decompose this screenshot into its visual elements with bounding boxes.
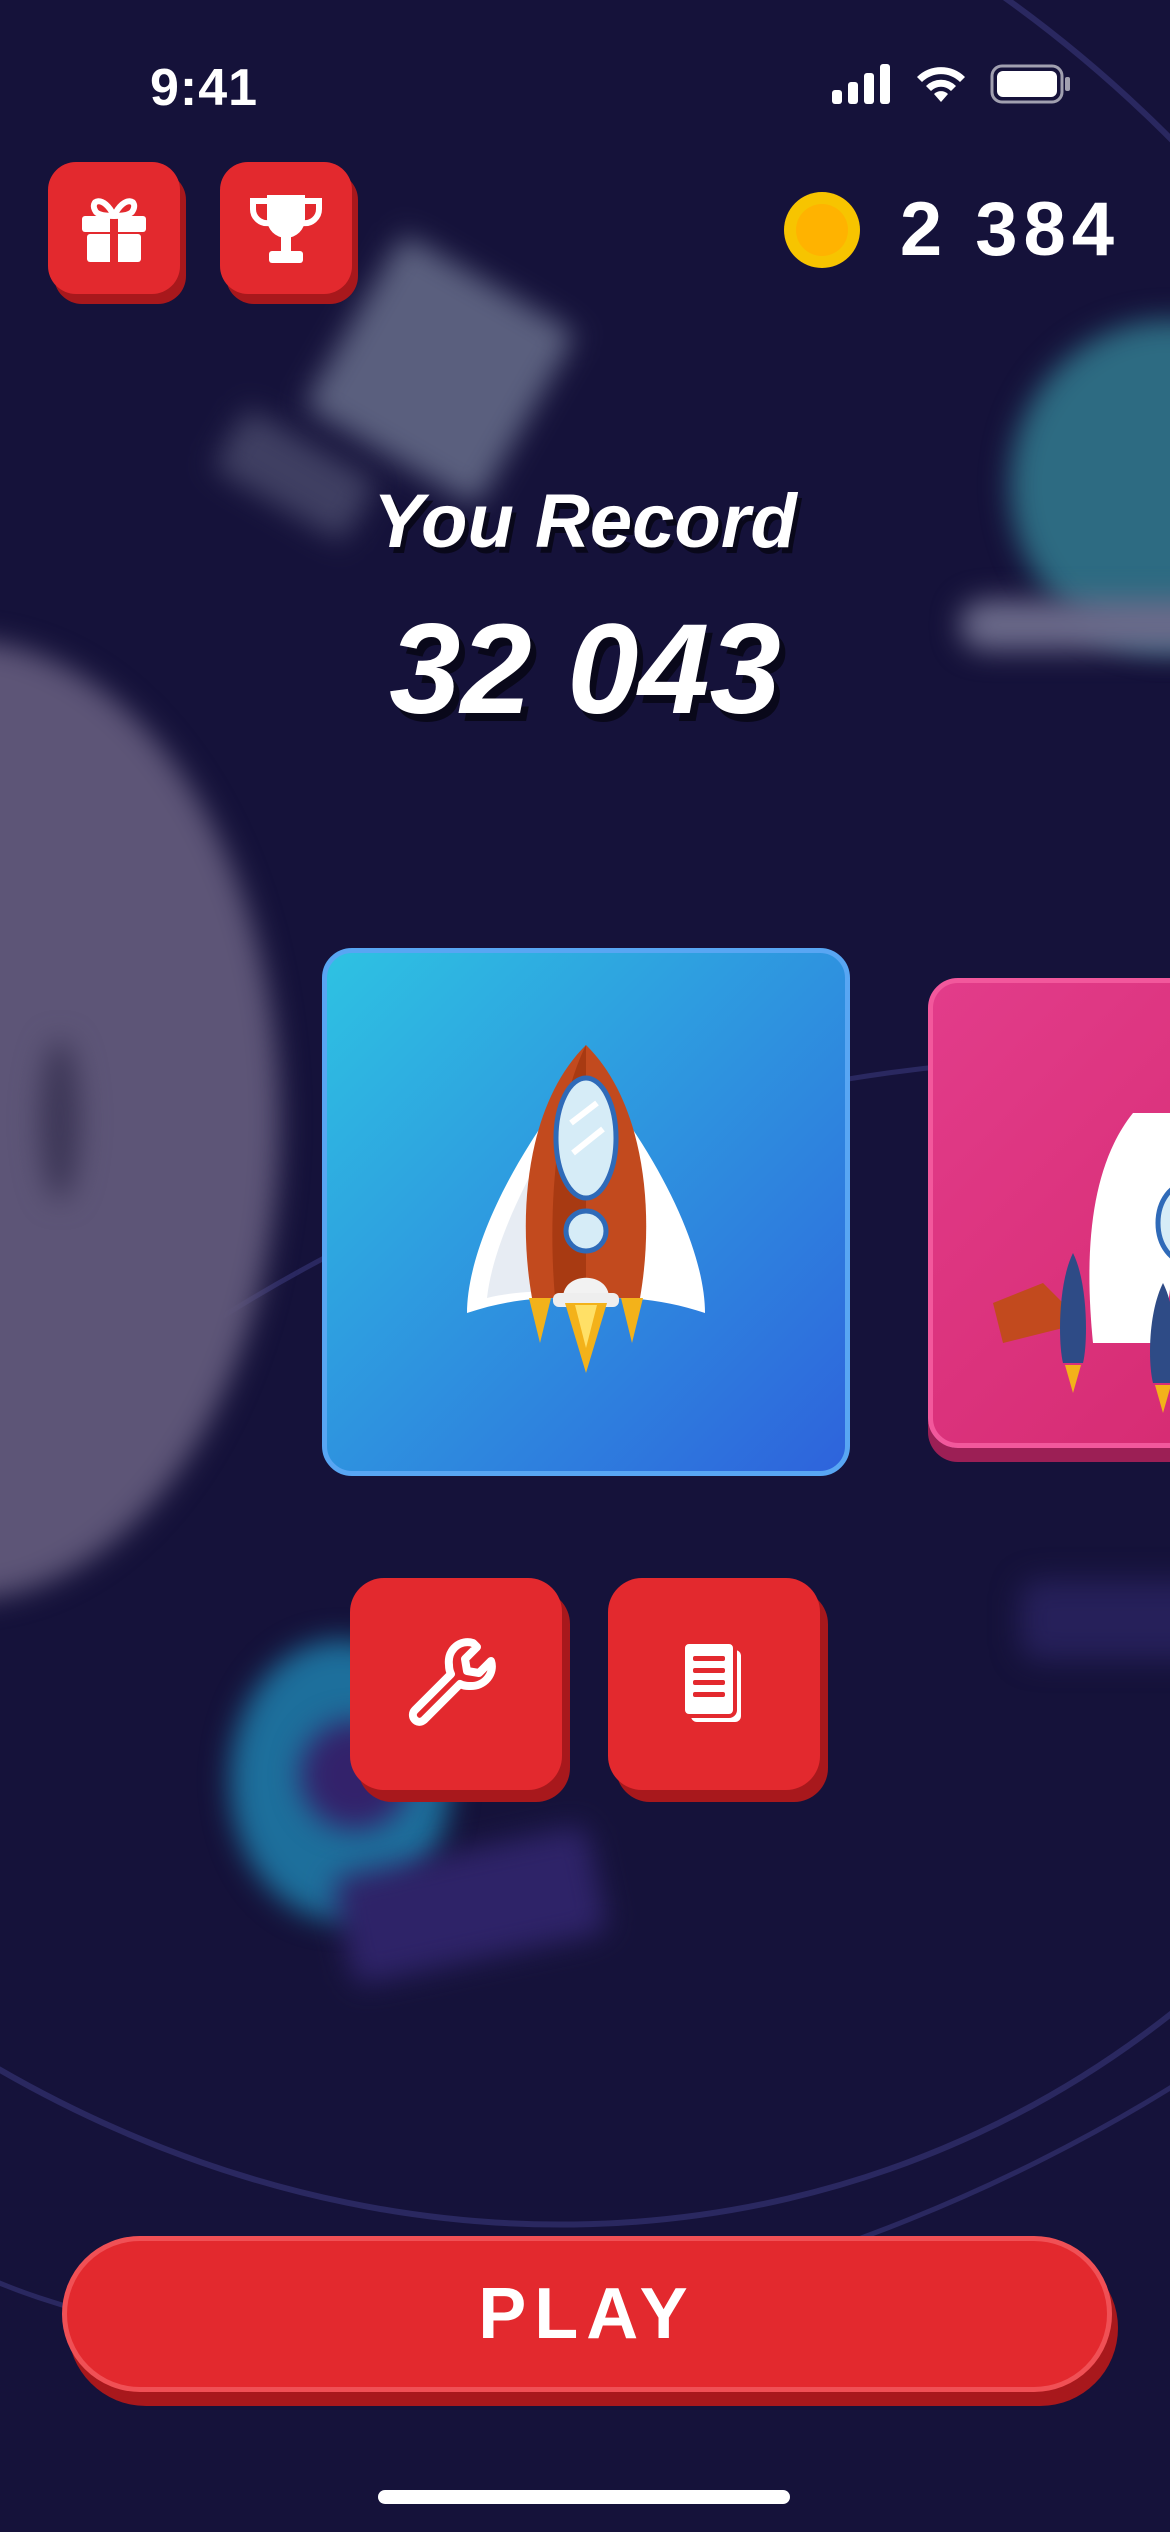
upgrade-button[interactable] <box>350 1578 562 1790</box>
coin-amount: 2 384 <box>899 187 1120 272</box>
status-icons <box>832 64 1072 104</box>
play-button[interactable]: PLAY <box>62 2236 1112 2392</box>
wrench-icon <box>408 1638 496 1726</box>
gift-icon <box>82 198 146 262</box>
record-label: You Record <box>373 479 797 564</box>
record-value: 32 043 <box>389 598 781 741</box>
ship-card-selected[interactable] <box>322 948 850 1476</box>
home-indicator <box>378 2490 790 2504</box>
gift-button[interactable] <box>48 162 180 294</box>
blurred-debris <box>1020 1580 1170 1660</box>
coin-icon <box>783 191 860 268</box>
ship-card-next[interactable] <box>928 978 1170 1448</box>
trophy-button[interactable] <box>220 162 352 294</box>
document-icon <box>681 1640 741 1722</box>
missions-button[interactable] <box>608 1578 820 1790</box>
signal-icon <box>832 64 890 104</box>
rocket-ship-alt-icon <box>993 1113 1170 1413</box>
wifi-icon <box>917 67 965 102</box>
coin-balance: 2 384 <box>783 186 1120 273</box>
trophy-icon <box>249 195 323 263</box>
status-time: 9:41 <box>150 59 259 117</box>
moon-crater <box>40 1040 80 1200</box>
battery-icon <box>990 64 1070 104</box>
rocket-ship-icon <box>467 1045 705 1373</box>
